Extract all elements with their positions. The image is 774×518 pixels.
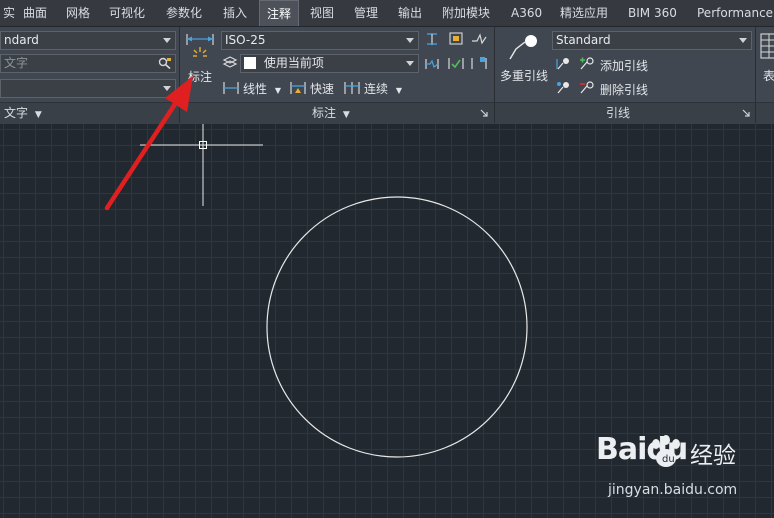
- tab-mesh[interactable]: 网格: [59, 0, 97, 26]
- linear-dimension-icon: [223, 82, 239, 94]
- dimension-layer-dropdown[interactable]: 使用当前项: [240, 54, 419, 73]
- watermark-url: jingyan.baidu.com: [608, 482, 738, 498]
- remove-leader-icon: [580, 81, 594, 94]
- jog-line-icon[interactable]: [470, 31, 488, 47]
- remove-leader-button[interactable]: 删除引线: [600, 81, 648, 98]
- chevron-down-icon: [406, 61, 414, 66]
- dimension-panel-title[interactable]: 标注 ▼: [312, 103, 350, 124]
- text-panel-title[interactable]: 文字 ▼: [4, 103, 42, 124]
- add-leader-button[interactable]: 添加引线: [600, 57, 648, 74]
- align-leader-icon[interactable]: [555, 56, 571, 72]
- adjust-space-icon[interactable]: [424, 31, 440, 47]
- paw-logo-icon: du: [652, 435, 680, 467]
- dimension-layer-value: 使用当前项: [263, 56, 324, 70]
- quick-dimension-icon: [290, 82, 306, 94]
- reassociate-icon[interactable]: [470, 55, 488, 71]
- linear-dimension-button[interactable]: 线性 ▼: [243, 80, 281, 97]
- dimension-style-value: ISO-25: [225, 33, 266, 47]
- chevron-down-icon: [739, 38, 747, 43]
- text-panel-title-label: 文字: [4, 106, 29, 120]
- tab-output[interactable]: 输出: [391, 0, 429, 26]
- dialog-launcher-icon[interactable]: [480, 109, 488, 117]
- break-icon[interactable]: [424, 55, 440, 71]
- tab-parametric[interactable]: 参数化: [159, 0, 209, 26]
- chevron-down-icon: [163, 38, 171, 43]
- inspect-icon[interactable]: [447, 31, 465, 47]
- dialog-launcher-icon[interactable]: [742, 109, 750, 117]
- circle-object[interactable]: [260, 192, 536, 468]
- multileader-button-label: 多重引线: [500, 69, 549, 83]
- find-replace-icon[interactable]: [158, 57, 172, 70]
- tab-surface[interactable]: 曲面: [16, 0, 54, 26]
- tab-bim360[interactable]: BIM 360: [621, 0, 684, 26]
- dimension-style-dropdown[interactable]: ISO-25: [221, 31, 419, 50]
- continue-dimension-label: 连续: [364, 82, 389, 96]
- chevron-down-icon: ▼: [274, 86, 281, 95]
- dimension-icon: [186, 34, 214, 57]
- collect-leader-icon[interactable]: [555, 80, 571, 96]
- dimension-panel-title-label: 标注: [312, 106, 337, 120]
- text-style-value: ndard: [4, 33, 39, 47]
- annotation-arrow: [104, 76, 193, 211]
- find-text-placeholder: 文字: [4, 56, 29, 70]
- chevron-down-icon: [406, 38, 414, 43]
- update-icon[interactable]: [447, 55, 465, 71]
- tab-manage[interactable]: 管理: [347, 0, 385, 26]
- chevron-down-icon: ▼: [395, 86, 402, 95]
- ribbon-tab-bar: 实 曲面 网格 可视化 参数化 插入 注释 视图 管理 输出 附加模块 A360…: [0, 0, 774, 27]
- table-icon: [760, 33, 774, 59]
- color-swatch: [244, 57, 256, 69]
- baidu-watermark: Baidu du 经验 jingyan.baidu.com: [590, 432, 770, 504]
- tab-addins[interactable]: 附加模块: [435, 0, 497, 26]
- tab-visualize[interactable]: 可视化: [102, 0, 152, 26]
- tab-a360[interactable]: A360: [504, 0, 549, 26]
- tab-insert[interactable]: 插入: [216, 0, 254, 26]
- add-leader-icon: [580, 57, 594, 70]
- leader-panel-title: 引线: [606, 106, 631, 120]
- panel-expand-icon: ▼: [342, 110, 350, 120]
- watermark-cn: 经验: [690, 443, 736, 469]
- panel-separator: [755, 27, 756, 123]
- quick-dimension-button[interactable]: 快速: [310, 80, 334, 97]
- continue-dimension-button[interactable]: 连续 ▼: [364, 80, 402, 97]
- tab-featured-apps[interactable]: 精选应用: [553, 0, 615, 26]
- multileader-style-value: Standard: [556, 33, 611, 47]
- linear-dimension-label: 线性: [243, 82, 268, 96]
- continue-dimension-icon: [344, 82, 360, 94]
- table-button-label: 表: [763, 69, 774, 83]
- tab-view[interactable]: 视图: [303, 0, 341, 26]
- text-style-dropdown[interactable]: ndard: [0, 31, 176, 50]
- svg-text:du: du: [662, 454, 675, 465]
- tab-annotate[interactable]: 注释: [259, 0, 300, 26]
- tab-performance[interactable]: Performance: [690, 0, 774, 26]
- multileader-icon: [509, 35, 537, 60]
- panel-separator: [494, 27, 495, 123]
- layer-icon: [222, 56, 238, 68]
- panel-expand-icon: ▼: [34, 110, 42, 120]
- multileader-button[interactable]: 多重引线: [498, 31, 550, 83]
- multileader-style-dropdown[interactable]: Standard: [552, 31, 752, 50]
- table-button[interactable]: 表: [758, 31, 774, 83]
